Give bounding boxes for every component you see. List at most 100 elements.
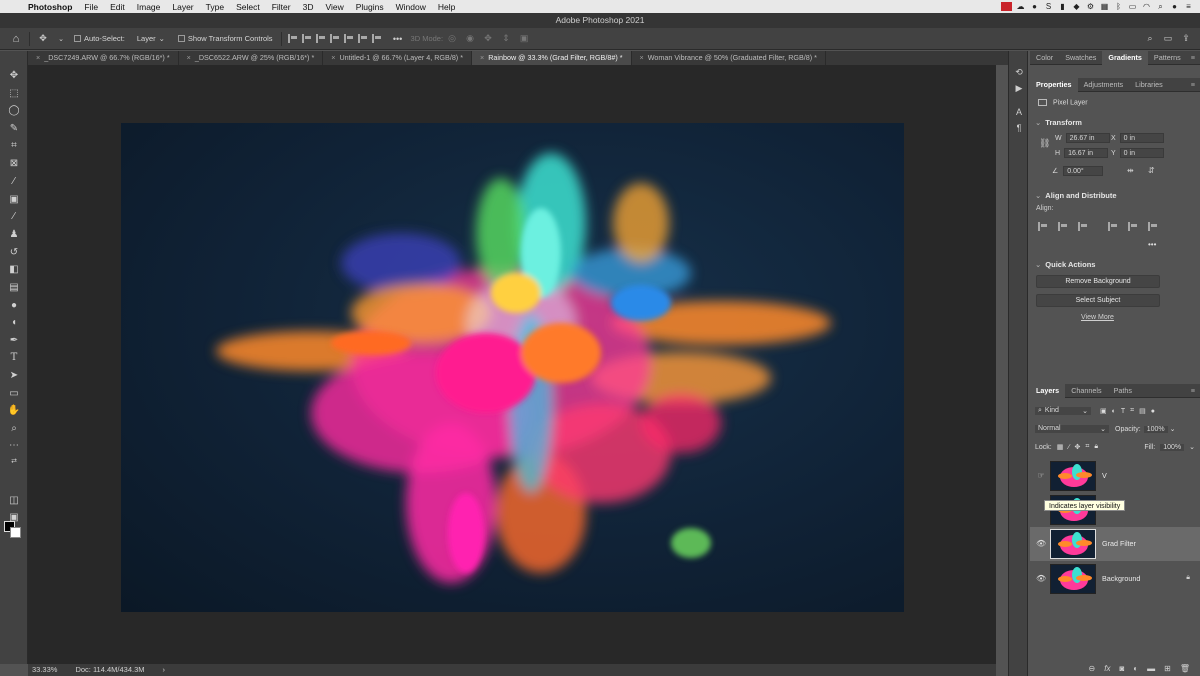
gear-icon[interactable]: ⚙ — [1085, 2, 1096, 11]
link-layers-icon[interactable]: ⊖ — [1089, 664, 1096, 673]
lock-icon[interactable]: 🔒︎ — [1186, 574, 1190, 582]
search-icon[interactable]: ⌕ — [1144, 32, 1156, 46]
tab-channels[interactable]: Channels — [1065, 384, 1107, 398]
tab-properties[interactable]: Properties — [1030, 77, 1078, 92]
blur-tool-icon[interactable]: ● — [6, 299, 22, 313]
layer-name[interactable]: V — [1102, 471, 1107, 480]
filter-shape-icon[interactable]: ⌗ — [1130, 407, 1134, 415]
select-subject-button[interactable]: Select Subject — [1036, 294, 1160, 307]
panel-menu-icon[interactable]: ≡ — [1191, 386, 1200, 395]
layer-thumbnail[interactable] — [1050, 529, 1096, 559]
filter-type-icon[interactable]: T — [1121, 408, 1125, 415]
tab-rainbow[interactable]: × Rainbow @ 33.3% (Grad Filter, RGB/8#) * — [472, 51, 632, 65]
canvas-workspace[interactable] — [28, 65, 996, 664]
menu-image[interactable]: Image — [131, 2, 167, 12]
eye-icon[interactable]: 👁︎ — [1036, 539, 1046, 549]
panel-menu-icon[interactable]: ≡ — [1191, 53, 1200, 62]
align-center-icon[interactable] — [301, 34, 312, 43]
dodge-tool-icon[interactable]: ◖ — [6, 316, 22, 330]
path-select-tool-icon[interactable]: ➤ — [6, 369, 22, 383]
close-icon[interactable]: × — [640, 53, 644, 62]
menu-filter[interactable]: Filter — [266, 2, 297, 12]
filter-pixel-icon[interactable]: ▣ — [1100, 407, 1107, 415]
type-tool-icon[interactable]: T — [6, 351, 22, 365]
menu-plugins[interactable]: Plugins — [350, 2, 390, 12]
background-color-swatch[interactable] — [10, 527, 21, 538]
gradient-tool-icon[interactable]: ▤ — [6, 281, 22, 295]
adjustment-layer-icon[interactable]: ◐ — [1133, 664, 1138, 673]
grid-icon[interactable]: ▦ — [1099, 2, 1110, 11]
quick-mask-icon[interactable]: ◫ — [6, 494, 22, 508]
width-input[interactable]: 26.67 in — [1065, 133, 1110, 143]
x-input[interactable]: 0 in — [1119, 133, 1164, 143]
height-field[interactable]: H 16.67 in — [1055, 148, 1109, 158]
height-input[interactable]: 16.67 in — [1064, 148, 1109, 158]
filter-smart-object-icon[interactable]: ▤ — [1139, 407, 1146, 415]
tab-paths[interactable]: Paths — [1108, 384, 1138, 398]
menu-select[interactable]: Select — [230, 2, 266, 12]
distribute-icon[interactable] — [371, 34, 382, 43]
align-right-edges-icon[interactable] — [1078, 222, 1088, 231]
y-field[interactable]: Y0 in — [1111, 148, 1164, 158]
align-horizontal-centers-icon[interactable] — [1058, 222, 1068, 231]
zoom-tool-icon[interactable]: ⌕ — [6, 422, 22, 436]
search-icon[interactable]: ⌕ — [1155, 2, 1166, 11]
3d-slide-icon[interactable]: ⇕ — [500, 32, 512, 46]
home-icon[interactable]: ⌂ — [10, 32, 22, 46]
share-icon[interactable]: ⇪ — [1180, 32, 1192, 46]
document-canvas[interactable] — [121, 123, 904, 612]
dropbox-icon[interactable]: ◆ — [1071, 2, 1082, 11]
more-options-button[interactable]: ••• — [392, 32, 404, 46]
angle-field[interactable]: ∠ 0.00° — [1052, 166, 1104, 176]
menu-window[interactable]: Window — [390, 2, 432, 12]
3d-orbit-icon[interactable]: ◎ — [446, 32, 458, 46]
lasso-tool-icon[interactable]: ◯ — [6, 104, 22, 118]
healing-tool-icon[interactable]: ▣ — [6, 193, 22, 207]
layer-mask-icon[interactable]: ◙ — [1119, 664, 1124, 673]
3d-pan-icon[interactable]: ✥ — [482, 32, 494, 46]
wifi-icon[interactable]: ◠ — [1141, 2, 1152, 11]
layer-select-dropdown[interactable]: Layer ⌄ — [133, 33, 169, 44]
record-icon[interactable] — [1001, 2, 1012, 11]
tab-patterns[interactable]: Patterns — [1148, 51, 1187, 65]
zoom-level[interactable]: 33.33% — [32, 664, 57, 676]
history-brush-tool-icon[interactable]: ↺ — [6, 246, 22, 260]
status-arrow-icon[interactable]: › — [163, 664, 166, 676]
width-field[interactable]: W 26.67 in — [1055, 133, 1110, 143]
menu-help[interactable]: Help — [432, 2, 461, 12]
lock-image-icon[interactable]: ∕ — [1068, 444, 1069, 451]
battery-icon[interactable]: ▮ — [1057, 2, 1068, 11]
menu-edit[interactable]: Edit — [104, 2, 131, 12]
history-panel-icon[interactable]: ⟲ — [1013, 66, 1025, 78]
tab-gradients[interactable]: Gradients — [1102, 50, 1148, 65]
layer-thumbnail[interactable] — [1050, 564, 1096, 594]
character-panel-icon[interactable]: A — [1013, 106, 1025, 118]
crop-tool-icon[interactable]: ⌗ — [6, 139, 22, 153]
auto-select-checkbox[interactable]: Auto-Select: — [74, 34, 125, 43]
tab-untitled-1[interactable]: × Untitled-1 @ 66.7% (Layer 4, RGB/8) * — [323, 51, 472, 65]
layer-name[interactable]: Background — [1102, 574, 1140, 583]
tab-swatches[interactable]: Swatches — [1059, 51, 1102, 65]
move-tool-preset-icon[interactable]: ✥ — [37, 32, 49, 46]
checkbox-box[interactable] — [74, 35, 81, 42]
tab-color[interactable]: Color — [1030, 51, 1059, 65]
pen-tool-icon[interactable]: ✒ — [6, 334, 22, 348]
bluetooth-icon[interactable]: ᛒ — [1113, 2, 1124, 11]
align-bottom-icon[interactable] — [357, 34, 368, 43]
align-more-button[interactable]: ••• — [1148, 240, 1156, 249]
tab-layers[interactable]: Layers — [1030, 383, 1066, 398]
new-group-icon[interactable]: ▬ — [1147, 664, 1155, 673]
view-more-link[interactable]: View More — [1081, 314, 1114, 321]
opacity-input[interactable]: 100% — [1143, 425, 1168, 433]
s-icon[interactable]: S — [1043, 2, 1054, 11]
close-icon[interactable]: × — [480, 53, 484, 62]
frame-tool-icon[interactable]: ⊠ — [6, 157, 22, 171]
align-bottom-edges-icon[interactable] — [1148, 222, 1158, 231]
align-middle-icon[interactable] — [343, 34, 354, 43]
3d-roll-icon[interactable]: ◉ — [464, 32, 476, 46]
align-top-icon[interactable] — [329, 34, 340, 43]
rectangle-tool-icon[interactable]: ▭ — [6, 387, 22, 401]
filter-toggle-icon[interactable]: ● — [1151, 408, 1155, 415]
eyedropper-tool-icon[interactable]: ⁄ — [6, 175, 22, 189]
eraser-tool-icon[interactable]: ◧ — [6, 263, 22, 277]
